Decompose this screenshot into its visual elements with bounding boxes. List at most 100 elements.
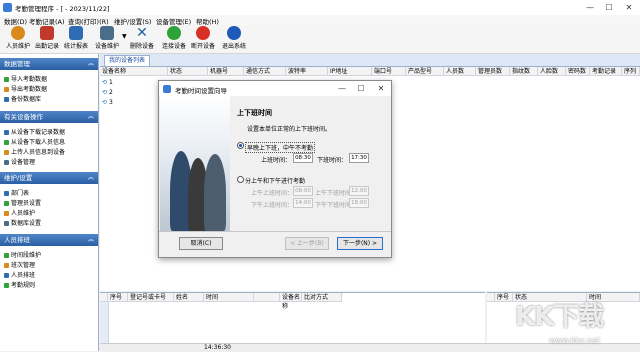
toolbar-report-button[interactable]: 统计报表	[62, 26, 90, 52]
sidebar-item-import[interactable]: 导入考勤数据	[4, 74, 47, 83]
sidebar-item-export[interactable]: 导出考勤数据	[4, 84, 47, 93]
column-header[interactable]: 设备名称	[100, 67, 168, 76]
column-header[interactable]: 考勤记录	[590, 67, 622, 76]
toolbar-label: 人员维护	[5, 43, 30, 50]
section-title: 人员排班	[4, 236, 30, 244]
sidebar-item-download-records[interactable]: 从设备下载记录数据	[4, 127, 65, 136]
tab-strip: 我的设备列表	[100, 54, 640, 67]
column-header[interactable]: 端口号	[372, 67, 406, 76]
dialog-maximize-button[interactable]: ☐	[354, 83, 368, 94]
dropdown-arrow-icon[interactable]: ▼	[122, 33, 127, 40]
toolbar-people-button[interactable]: 人员维护	[4, 26, 32, 52]
schedule-icon	[4, 273, 9, 278]
column-header[interactable]: 人员数	[444, 67, 476, 76]
sidebar-item-label: 考勤规则	[11, 282, 36, 289]
column-header[interactable]: 密码数	[566, 67, 590, 76]
column-header[interactable]: 比对方式	[302, 293, 342, 302]
dialog-minimize-button[interactable]: —	[335, 83, 349, 94]
section-schedule-header[interactable]: 人员排班 ︽	[0, 234, 98, 246]
column-header[interactable]: 指纹数	[510, 67, 538, 76]
toolbar-connect-button[interactable]: 连接设备	[160, 26, 188, 52]
column-header[interactable]: 序列	[622, 67, 640, 76]
toolbar-exit-button[interactable]: 退出系统	[220, 26, 248, 52]
column-header[interactable]: 序号	[108, 293, 128, 302]
column-header[interactable]: 设备名称	[280, 293, 302, 310]
menu-bar: 数据(D) 考勤记录(A) 查询(打印)(R) 维护/设置(S) 设备管理(E)…	[0, 15, 640, 26]
dialog-title: 考勤时间设置向导	[175, 87, 227, 95]
column-header[interactable]: 机器号	[208, 67, 244, 76]
toolbar-delete-button[interactable]: ✕ 删除设备	[128, 26, 156, 52]
cancel-button[interactable]: 取消(C)	[179, 237, 223, 250]
device-icon	[4, 160, 9, 165]
table-row[interactable]: ⟲ 3	[102, 99, 113, 106]
sidebar-item-label: 备份数据库	[11, 96, 42, 103]
upload-icon	[4, 150, 9, 155]
toolbar-device-button[interactable]: 设备维护	[93, 26, 121, 52]
column-header[interactable]: 通信方式	[244, 67, 286, 76]
sidebar-item-backup[interactable]: 备份数据库	[4, 94, 41, 103]
app-icon	[3, 3, 12, 12]
toolbar-disconnect-button[interactable]: 断开设备	[189, 26, 217, 52]
watermark: KK下载 www.kkx.net	[497, 292, 637, 350]
pm-on-field[interactable]: 14:00	[293, 198, 313, 208]
section-data-header[interactable]: 数据管理 ︽	[0, 58, 98, 70]
section-settings-header[interactable]: 维护/设置 ︽	[0, 172, 98, 184]
column-header[interactable]: 时间	[204, 293, 254, 302]
radio-single-shift[interactable]	[237, 142, 244, 149]
section-title: 维护/设置	[4, 174, 33, 182]
am-on-field[interactable]: 08:00	[293, 186, 313, 196]
minimize-button[interactable]: —	[583, 2, 597, 13]
toolbar-label: 出勤记录	[34, 43, 59, 50]
sidebar-item-timeslots[interactable]: 时间段维护	[4, 250, 41, 259]
pm-off-field[interactable]: 18:00	[349, 198, 369, 208]
connect-icon	[167, 26, 181, 40]
column-header[interactable]: 波特率	[286, 67, 328, 76]
column-header[interactable]: 产品型号	[406, 67, 444, 76]
on-time-field[interactable]: 08:30	[293, 153, 313, 163]
sidebar-item-device-manage[interactable]: 设备管理	[4, 157, 35, 166]
sidebar-item-scheduling[interactable]: 人员排班	[4, 270, 35, 279]
sidebar-item-label: 导出考勤数据	[11, 86, 48, 93]
sidebar-item-admins[interactable]: 管理员设置	[4, 198, 41, 207]
column-header[interactable]: 管理员数	[476, 67, 510, 76]
off-time-field[interactable]: 17:30	[349, 153, 369, 163]
column-header[interactable]: 人脸数	[538, 67, 566, 76]
column-header[interactable]: 状态	[168, 67, 208, 76]
next-button[interactable]: 下一步(N) >	[337, 237, 383, 250]
table-row[interactable]: ⟲ 1	[102, 79, 113, 86]
column-header[interactable]: 姓名	[174, 293, 204, 302]
shift-icon	[4, 263, 9, 268]
maximize-button[interactable]: ☐	[602, 2, 616, 13]
sidebar-item-shifts[interactable]: 班次管理	[4, 260, 35, 269]
toolbar-label: 断开设备	[190, 43, 215, 50]
sidebar-item-download-users[interactable]: 从设备下载人员信息	[4, 137, 65, 146]
radio-split-shift-label[interactable]: 分上午和下午进行考勤	[245, 176, 305, 185]
section-title: 数据管理	[4, 60, 30, 68]
toolbar-record-button[interactable]: 出勤记录	[33, 26, 61, 52]
section-device-header[interactable]: 有关设备操作 ︽	[0, 111, 98, 123]
close-button[interactable]: ✕	[622, 2, 636, 13]
am-off-field[interactable]: 12:00	[349, 186, 369, 196]
tab-device-list[interactable]: 我的设备列表	[104, 55, 151, 66]
radio-split-shift[interactable]	[237, 176, 244, 183]
radio-single-shift-label[interactable]: 早晚上下班，中午不考勤	[245, 142, 316, 153]
sidebar-item-database[interactable]: 数据库设置	[4, 218, 41, 227]
backup-icon	[4, 97, 9, 102]
title-bar: 考勤管理程序 - [ - 2023/11/22] — ☐ ✕	[0, 0, 640, 16]
column-header[interactable]: IP地址	[328, 67, 372, 76]
prev-button[interactable]: < 上一步(B)	[285, 237, 329, 250]
table-row[interactable]: ⟲ 2	[102, 89, 113, 96]
app-icon	[163, 85, 171, 93]
toolbar-label: 设备维护	[94, 43, 119, 50]
row-label: 3	[108, 99, 113, 106]
sidebar-item-departments[interactable]: 部门表	[4, 188, 29, 197]
column-header[interactable]	[254, 293, 280, 302]
sidebar-item-rules[interactable]: 考勤规则	[4, 280, 35, 289]
column-header[interactable]: 登记号或卡号	[128, 293, 174, 302]
record-grid: 序号 登记号或卡号 姓名 时间 设备名称 比对方式	[100, 292, 485, 343]
sidebar-item-people[interactable]: 人员维护	[4, 208, 35, 217]
sidebar-item-upload-users[interactable]: 上传人员信息到设备	[4, 147, 65, 156]
device-icon	[100, 26, 114, 40]
dialog-close-button[interactable]: ✕	[374, 83, 388, 94]
device-icon: ⟲	[102, 99, 108, 106]
